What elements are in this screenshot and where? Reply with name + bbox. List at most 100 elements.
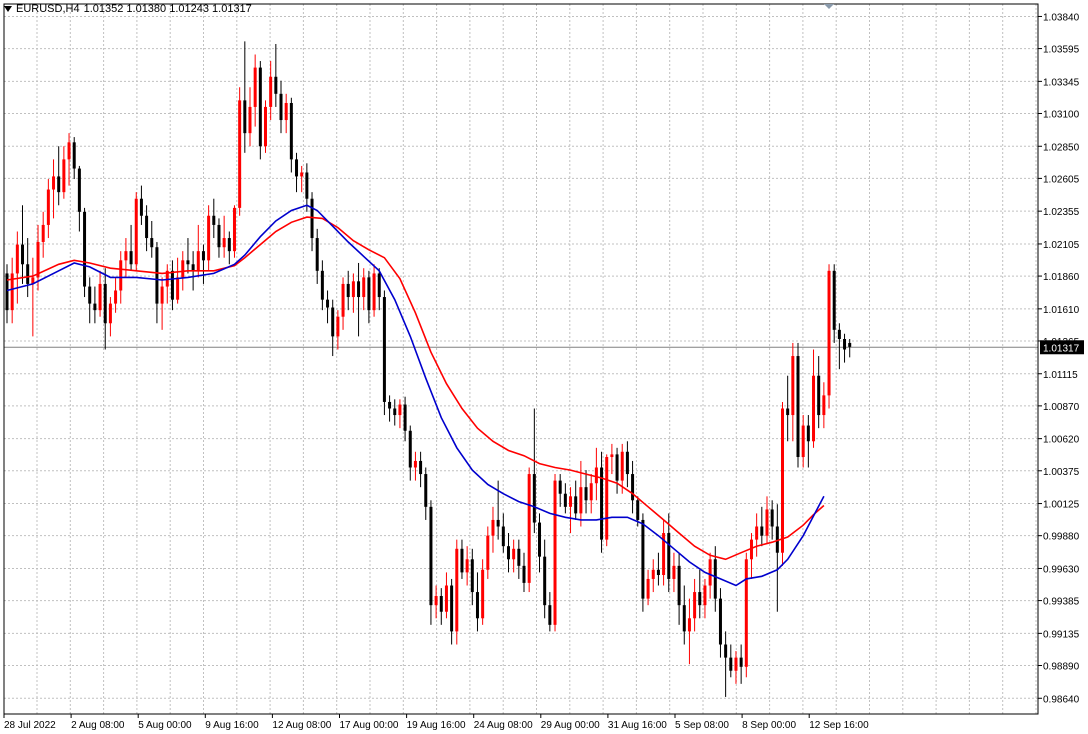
candle-body xyxy=(522,565,526,583)
candle xyxy=(264,100,267,153)
candle-body xyxy=(289,102,293,160)
candle-body xyxy=(305,172,309,199)
candle-body xyxy=(320,270,324,300)
chart-window[interactable]: 1.03840 1.03595 1.03345 1.03100 1.02850 1.026… xyxy=(0,0,1088,734)
y-tick-label: 1.03100 xyxy=(1043,109,1080,120)
candle-body xyxy=(41,224,45,242)
candle-body xyxy=(196,251,200,271)
y-tick-label: 1.02105 xyxy=(1043,240,1080,251)
candle xyxy=(232,205,236,258)
candle-body xyxy=(222,238,226,248)
candle-body xyxy=(176,277,180,300)
candle-body xyxy=(625,451,629,475)
price-chart[interactable]: 1.03840 1.03595 1.03345 1.03100 1.02850 1.026… xyxy=(0,0,1088,734)
candle xyxy=(258,61,262,160)
candle-body xyxy=(620,451,624,481)
candle-body xyxy=(781,408,784,553)
candle-body xyxy=(124,251,128,261)
candle-body xyxy=(15,244,19,274)
candle-body xyxy=(631,474,635,501)
candle-body xyxy=(46,189,50,225)
candle-body xyxy=(258,67,262,147)
candle-body xyxy=(543,556,547,606)
x-tick-label: 12 Sep 16:00 xyxy=(809,720,869,731)
candle-body xyxy=(724,644,728,658)
candle-body xyxy=(243,100,247,134)
candle-body xyxy=(501,526,505,547)
candle-body xyxy=(382,297,386,402)
candle-body xyxy=(739,657,743,667)
y-tick-label: 1.01610 xyxy=(1043,305,1080,316)
candle xyxy=(827,264,831,409)
candle-body xyxy=(594,467,598,484)
candle-body xyxy=(589,483,593,501)
candle-body xyxy=(563,493,567,507)
candle-body xyxy=(72,142,76,169)
candle-body xyxy=(848,342,852,347)
candle-body xyxy=(62,159,66,193)
candle xyxy=(83,207,87,298)
candle-body xyxy=(465,559,469,573)
candle-body xyxy=(832,270,836,330)
candle-body xyxy=(238,100,242,208)
y-tick-label: 1.03595 xyxy=(1043,45,1080,56)
candle-body xyxy=(682,605,686,632)
candle-body xyxy=(444,585,448,612)
candle-body xyxy=(393,408,397,416)
candle-body xyxy=(413,460,417,468)
x-tick-label: 28 Jul 2022 xyxy=(4,720,56,731)
candle-body xyxy=(93,303,97,311)
candle-body xyxy=(734,657,738,671)
candle-body xyxy=(21,244,25,265)
candle-body xyxy=(429,506,433,606)
candle-body xyxy=(403,404,407,431)
candle-body xyxy=(558,480,562,494)
candle-body xyxy=(822,395,826,416)
candle-body xyxy=(264,106,267,147)
candle-body xyxy=(806,425,810,442)
candle-body xyxy=(284,102,288,121)
candle-body xyxy=(610,454,614,458)
candle-body xyxy=(693,592,697,619)
candle-body xyxy=(698,592,702,606)
candle-body xyxy=(201,251,205,261)
candle-body xyxy=(455,548,459,632)
candle-body xyxy=(656,569,660,576)
candle-body xyxy=(646,578,650,599)
y-tick-label: 0.98640 xyxy=(1043,694,1080,705)
candle-body xyxy=(248,106,252,134)
y-tick-label: 0.99880 xyxy=(1043,532,1080,543)
candle-body xyxy=(398,404,402,416)
x-tick-label: 31 Aug 16:00 xyxy=(608,720,667,731)
candle xyxy=(382,290,386,416)
candle-body xyxy=(191,264,195,271)
candle-body xyxy=(812,375,816,442)
candle-body xyxy=(532,474,536,523)
candle-body xyxy=(341,283,345,317)
candle-body xyxy=(672,565,676,579)
candle-body xyxy=(548,605,552,625)
candle-body xyxy=(439,595,443,612)
candle-body xyxy=(708,559,712,586)
candle-body xyxy=(181,260,185,278)
candle-body xyxy=(279,93,283,121)
candle-body xyxy=(160,286,164,304)
candle-body xyxy=(486,535,490,570)
candle-body xyxy=(470,559,474,593)
candle-body xyxy=(760,526,764,536)
candle-body xyxy=(253,67,257,107)
x-tick-label: 9 Aug 16:00 xyxy=(205,720,259,731)
candle-body xyxy=(506,546,510,560)
candle-body xyxy=(139,198,143,216)
candle-body xyxy=(718,598,722,645)
candle-body xyxy=(538,522,542,557)
candle-body xyxy=(791,356,795,416)
candle-body xyxy=(119,260,123,291)
y-tick-label: 1.00375 xyxy=(1043,467,1080,478)
candle-body xyxy=(269,76,273,107)
dropdown-triangle-icon[interactable] xyxy=(4,6,12,12)
candle-body xyxy=(786,408,790,416)
candle-body xyxy=(584,487,588,501)
symbol-header: EURUSD,H4 1.01352 1.01380 1.01243 1.0131… xyxy=(4,3,252,15)
candle-body xyxy=(475,592,479,619)
